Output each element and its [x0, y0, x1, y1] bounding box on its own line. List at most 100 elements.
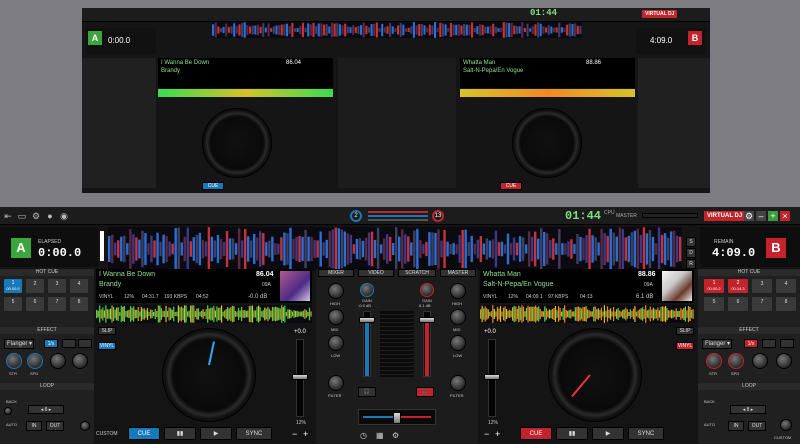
- mixer-a-headphone-button[interactable]: 🎧: [358, 387, 376, 397]
- mixer-a-filter-knob[interactable]: [328, 375, 344, 391]
- deck-a-loop-in[interactable]: IN: [26, 421, 42, 431]
- mixer-grid-icon[interactable]: ▦: [376, 431, 384, 440]
- sdr-s-button[interactable]: S: [686, 237, 696, 247]
- window-settings-icon[interactable]: ⚙: [744, 211, 754, 221]
- deck-b-effect-select[interactable]: Flanger ▾: [702, 339, 732, 349]
- deck-a-effect-tab[interactable]: 1/x: [44, 339, 58, 348]
- minimize-icon[interactable]: –: [756, 211, 766, 221]
- deck-a-platter[interactable]: [162, 328, 256, 422]
- deck-a-hotcue-1[interactable]: 1 00:00.5: [4, 279, 22, 293]
- settings-icon[interactable]: ⚙: [31, 211, 41, 221]
- deck-b-hotcue-3[interactable]: 3: [752, 279, 772, 293]
- mixer-a-low-knob[interactable]: [328, 335, 344, 351]
- deck-b-pitch-cap[interactable]: [484, 374, 500, 380]
- deck-a-hotcue-8[interactable]: 8: [70, 297, 88, 311]
- small-deck-b-cue[interactable]: CUE: [500, 182, 522, 190]
- deck-b-fx-knob3[interactable]: [752, 353, 768, 369]
- deck-a-pitch-cap[interactable]: [292, 374, 308, 380]
- deck-b-effect-slot[interactable]: [762, 339, 776, 348]
- deck-a-hotcue-2[interactable]: 2: [26, 279, 44, 293]
- deck-b-play-button[interactable]: ▶: [592, 427, 624, 440]
- deck-b-waveform[interactable]: [480, 305, 694, 323]
- small-deck-a-platter[interactable]: [202, 108, 272, 178]
- deck-a-str-knob[interactable]: [6, 353, 22, 369]
- deck-a-hotcue-5[interactable]: 5: [4, 297, 22, 311]
- deck-b-hotcue-4[interactable]: 4: [776, 279, 796, 293]
- deck-b-effect-slot2[interactable]: [780, 339, 794, 348]
- deck-b-hotcue-6[interactable]: 6: [728, 297, 748, 311]
- small-deck-b-platter[interactable]: [512, 108, 582, 178]
- deck-a-effect-select[interactable]: Flanger ▾: [4, 339, 34, 349]
- deck-a-fx-knob4[interactable]: [72, 353, 88, 369]
- sdr-r-button[interactable]: R: [686, 259, 696, 269]
- deck-b-slip-button[interactable]: SLIP: [676, 327, 694, 335]
- record-icon[interactable]: ●: [45, 211, 55, 221]
- deck-b-hotcue-2[interactable]: 2 00:14.3: [728, 279, 748, 293]
- mixer-b-filter-knob[interactable]: [450, 375, 466, 391]
- mixer-clock-icon[interactable]: ◷: [360, 431, 367, 440]
- deck-a-hotcue-6[interactable]: 6: [26, 297, 44, 311]
- deck-a-pitch-plus-btn[interactable]: +: [303, 429, 308, 439]
- deck-b-pitch-plus-btn[interactable]: +: [495, 429, 500, 439]
- deck-a-position-bar[interactable]: [100, 231, 104, 261]
- mixer-a-high-knob[interactable]: [328, 283, 344, 299]
- small-deck-a-cue[interactable]: CUE: [202, 182, 224, 190]
- deck-a-hotcue-3[interactable]: 3: [48, 279, 66, 293]
- folder-icon[interactable]: ▭: [17, 211, 27, 221]
- deck-a-play-button[interactable]: ▶: [200, 427, 232, 440]
- mixer-tab-mixer[interactable]: MIXER: [318, 269, 354, 277]
- deck-b-spd-knob[interactable]: [728, 353, 744, 369]
- deck-a-hotcue-7[interactable]: 7: [48, 297, 66, 311]
- deck-a-slip-button[interactable]: SLIP: [98, 327, 116, 335]
- deck-b-fx-knob4[interactable]: [776, 353, 792, 369]
- deck-b-hotcue-7[interactable]: 7: [752, 297, 772, 311]
- deck-b-custom-knob[interactable]: [780, 419, 792, 431]
- deck-a-loop-length[interactable]: ◂ 8 ▸: [28, 405, 64, 414]
- deck-a-back-knob[interactable]: [4, 407, 12, 415]
- deck-a-fx-knob3[interactable]: [50, 353, 66, 369]
- deck-b-pause-button[interactable]: ▮▮: [556, 427, 588, 440]
- mixer-a-mid-knob[interactable]: [328, 309, 344, 325]
- deck-b-loop-length[interactable]: ◂ 8 ▸: [730, 405, 766, 414]
- deck-b-hotcue-8[interactable]: 8: [776, 297, 796, 311]
- mixer-a-volume-cap[interactable]: [359, 317, 375, 323]
- deck-a-vinyl-button[interactable]: VINYL: [98, 342, 116, 350]
- mixer-tab-video[interactable]: VIDEO: [358, 269, 394, 277]
- deck-a-effect-slot2[interactable]: [78, 339, 92, 348]
- mixer-b-mid-knob[interactable]: [450, 309, 466, 325]
- mixer-a-gain-knob[interactable]: [360, 283, 374, 297]
- deck-b-str-knob[interactable]: [706, 353, 722, 369]
- mixer-b-high-knob[interactable]: [450, 283, 466, 299]
- deck-a-waveform[interactable]: [96, 305, 312, 323]
- deck-a-sync-button[interactable]: SYNC: [236, 427, 272, 440]
- deck-a-effect-slot[interactable]: [62, 339, 76, 348]
- broadcast-icon[interactable]: ◉: [59, 211, 69, 221]
- deck-a-loop-out[interactable]: OUT: [46, 421, 64, 431]
- deck-b-vinyl-button[interactable]: VINYL: [676, 342, 694, 350]
- mixer-tab-master[interactable]: MASTER: [440, 269, 476, 277]
- deck-b-loop-out[interactable]: OUT: [748, 421, 766, 431]
- deck-b-pitch-minus[interactable]: −: [484, 429, 489, 439]
- deck-b-loop-in[interactable]: IN: [728, 421, 744, 431]
- mixer-b-headphone-button[interactable]: 🎧: [416, 387, 434, 397]
- mixer-tab-scratch[interactable]: SCRATCH: [398, 269, 436, 277]
- close-icon[interactable]: ×: [780, 211, 790, 221]
- deck-a-auto-knob[interactable]: [80, 421, 90, 431]
- deck-a-spd-knob[interactable]: [27, 353, 43, 369]
- deck-b-hotcue-5[interactable]: 5: [704, 297, 724, 311]
- crossfader-track[interactable]: [358, 409, 436, 425]
- mixer-gear-icon[interactable]: ⚙: [392, 431, 399, 440]
- deck-a-cue-button[interactable]: CUE: [128, 427, 160, 440]
- deck-b-cue-button[interactable]: CUE: [520, 427, 552, 440]
- deck-a-hotcue-4[interactable]: 4: [70, 279, 88, 293]
- mixer-b-volume-cap[interactable]: [419, 317, 435, 323]
- deck-a-pitch-minus[interactable]: −: [292, 429, 297, 439]
- back-icon[interactable]: ⇤: [3, 211, 13, 221]
- sdr-d-button[interactable]: D: [686, 248, 696, 258]
- deck-b-platter[interactable]: [548, 328, 642, 422]
- deck-b-sync-button[interactable]: SYNC: [628, 427, 664, 440]
- maximize-icon[interactable]: +: [768, 211, 778, 221]
- deck-a-pause-button[interactable]: ▮▮: [164, 427, 196, 440]
- crossfader-cap[interactable]: [393, 412, 401, 424]
- mixer-b-gain-knob[interactable]: [420, 283, 434, 297]
